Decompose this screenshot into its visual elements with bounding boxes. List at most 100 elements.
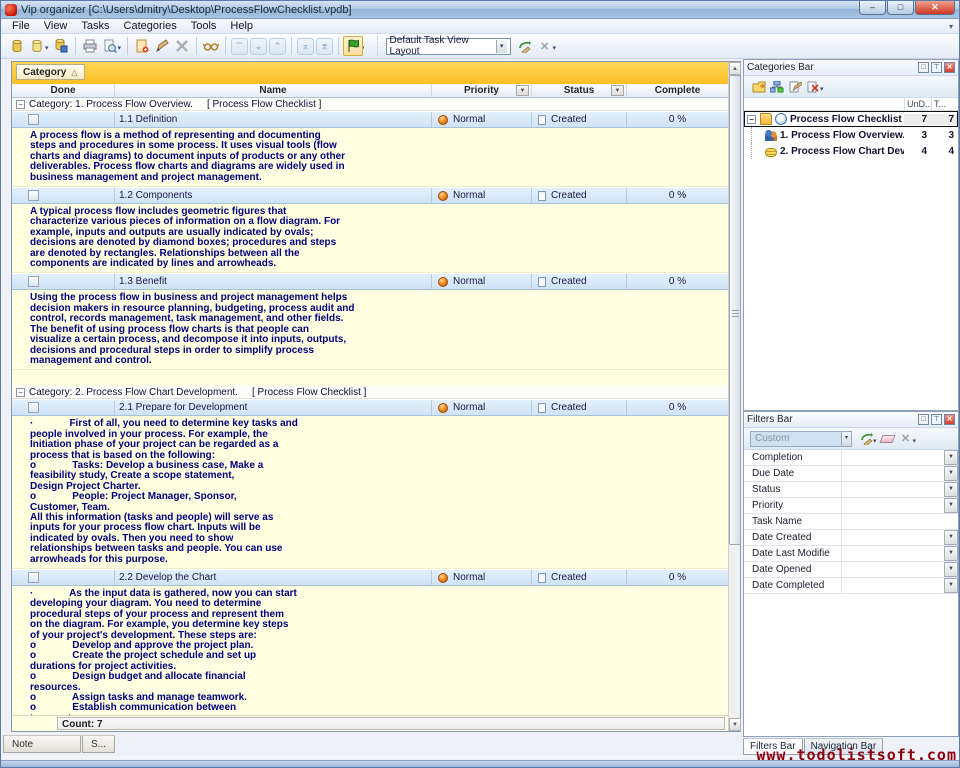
menu-tools[interactable]: Tools <box>184 20 224 32</box>
filter-value[interactable] <box>842 498 944 513</box>
done-checkbox[interactable] <box>28 402 39 413</box>
delete-task-icon[interactable] <box>172 36 192 56</box>
category-group-row[interactable]: − Category: 2. Process Flow Chart Develo… <box>12 386 728 399</box>
new-database-icon[interactable] <box>7 36 27 56</box>
save-database-icon[interactable] <box>51 36 71 56</box>
maximize-button[interactable]: □ <box>887 1 914 15</box>
move-down-icon[interactable]: ⌄ <box>250 38 267 55</box>
filter-row[interactable]: Due Date ▼ <box>744 466 958 482</box>
clear-filter-icon[interactable]: ✕ <box>897 430 915 448</box>
category-tree-row[interactable]: − Process Flow Checklist 7 7 <box>744 111 958 127</box>
filter-row[interactable]: Date Completed ▼ <box>744 578 958 594</box>
new-task-icon[interactable] <box>132 36 152 56</box>
filter-row[interactable]: Task Name ▼ <box>744 514 958 530</box>
priority-filter-icon[interactable]: ▼ <box>516 85 529 96</box>
apply-filter-icon[interactable] <box>857 430 875 448</box>
menu-tasks[interactable]: Tasks <box>74 20 116 32</box>
done-checkbox[interactable] <box>28 276 39 287</box>
menu-file[interactable]: File <box>5 20 37 32</box>
print-icon[interactable] <box>80 36 100 56</box>
category-group-row[interactable]: − Category: 1. Process Flow Overview. [ … <box>12 98 728 111</box>
filter-value[interactable] <box>842 562 944 577</box>
column-header-status[interactable]: Status ▼ <box>532 84 627 97</box>
panel-restore-icon[interactable]: □ <box>918 62 929 73</box>
panel-close-icon[interactable]: ✕ <box>944 62 955 73</box>
filter-row[interactable]: Date Last Modifie ▼ <box>744 546 958 562</box>
filter-row[interactable]: Priority ▼ <box>744 498 958 514</box>
filter-value[interactable] <box>842 482 944 497</box>
new-category-icon[interactable] <box>750 78 768 96</box>
tab-note[interactable]: Note <box>3 735 81 753</box>
menu-view[interactable]: View <box>37 20 75 32</box>
task-row[interactable]: 1.2 Components Normal Created 0 % <box>12 187 728 204</box>
filter-value[interactable] <box>842 450 944 465</box>
collapse-icon[interactable]: − <box>16 100 25 109</box>
tree-col-total[interactable]: T... <box>931 98 958 110</box>
collapse-icon[interactable]: − <box>16 388 25 397</box>
layout-combo[interactable]: Default Task View Layout ▾ <box>386 38 511 55</box>
delete-layout-icon[interactable]: ✕ <box>535 36 555 56</box>
menu-categories[interactable]: Categories <box>117 20 184 32</box>
highlight-flag-icon[interactable] <box>343 36 363 56</box>
column-header-name[interactable]: Name <box>115 84 432 97</box>
open-database-icon[interactable] <box>27 36 47 56</box>
filter-preset-combo[interactable]: Custom ▾ <box>750 431 852 447</box>
filter-dropdown-icon[interactable]: ▼ <box>944 562 958 577</box>
category-tree-row[interactable]: − 1. Process Flow Overview. 3 3 <box>744 127 958 143</box>
filter-value[interactable] <box>842 578 944 593</box>
move-top-icon[interactable]: ⌆ <box>316 38 333 55</box>
column-header-done[interactable]: Done <box>12 84 115 97</box>
print-preview-icon[interactable] <box>100 36 120 56</box>
task-row[interactable]: 2.1 Prepare for Development Normal Creat… <box>12 399 728 416</box>
scroll-up-icon[interactable]: ▲ <box>729 62 741 75</box>
tab-s[interactable]: S... <box>82 735 115 753</box>
move-up-icon[interactable]: ⌃ <box>269 38 286 55</box>
grid-vertical-scrollbar[interactable]: ▲ ▼ <box>728 62 740 731</box>
tree-col-undone[interactable]: UnD... <box>904 98 931 110</box>
delete-category-icon[interactable] <box>804 78 822 96</box>
filter-value[interactable] <box>842 546 944 561</box>
filter-value[interactable] <box>842 466 944 481</box>
scroll-down-icon[interactable]: ▼ <box>729 718 741 731</box>
filter-dropdown-icon[interactable]: ▼ <box>944 482 958 497</box>
done-checkbox[interactable] <box>28 114 39 125</box>
task-row[interactable]: 1.3 Benefit Normal Created 0 % <box>12 273 728 290</box>
view-tasks-icon[interactable] <box>201 36 221 56</box>
menu-help[interactable]: Help <box>223 20 260 32</box>
group-by-category-button[interactable]: Category△ <box>16 64 85 80</box>
filter-dropdown-icon[interactable]: ▼ <box>944 546 958 561</box>
panel-pin-icon[interactable]: ⊤ <box>931 62 942 73</box>
collapse-icon[interactable]: − <box>747 115 756 124</box>
filter-row[interactable]: Date Created ▼ <box>744 530 958 546</box>
task-row[interactable]: 2.2 Develop the Chart Normal Created 0 % <box>12 569 728 586</box>
move-bottom-icon[interactable]: ⌅ <box>297 38 314 55</box>
combo-arrow-icon[interactable]: ▾ <box>496 40 507 53</box>
move-down-icon[interactable]: ˆˉ <box>231 38 248 55</box>
done-checkbox[interactable] <box>28 190 39 201</box>
filter-value[interactable] <box>842 514 958 529</box>
task-row[interactable]: 1.1 Definition Normal Created 0 % <box>12 111 728 128</box>
panel-close-icon[interactable]: ✕ <box>944 414 955 425</box>
filter-dropdown-icon[interactable]: ▼ <box>944 578 958 593</box>
erase-filter-icon[interactable] <box>879 430 897 448</box>
new-subcategory-icon[interactable] <box>768 78 786 96</box>
filter-dropdown-icon[interactable]: ▼ <box>944 466 958 481</box>
status-filter-icon[interactable]: ▼ <box>611 85 624 96</box>
edit-category-icon[interactable] <box>786 78 804 96</box>
filter-value[interactable] <box>842 530 944 545</box>
scrollbar-thumb[interactable] <box>729 75 741 545</box>
filter-row[interactable]: Completion ▼ <box>744 450 958 466</box>
edit-task-icon[interactable] <box>152 36 172 56</box>
done-checkbox[interactable] <box>28 572 39 583</box>
filter-row[interactable]: Status ▼ <box>744 482 958 498</box>
toolbar-overflow-icon[interactable]: ▾ <box>949 22 953 31</box>
filter-dropdown-icon[interactable]: ▼ <box>944 498 958 513</box>
minimize-button[interactable]: – <box>859 1 886 15</box>
column-header-complete[interactable]: Complete <box>627 84 728 97</box>
combo-arrow-icon[interactable]: ▾ <box>841 432 851 446</box>
panel-restore-icon[interactable]: □ <box>918 414 929 425</box>
filter-dropdown-icon[interactable]: ▼ <box>944 530 958 545</box>
close-button[interactable]: ✕ <box>915 1 955 15</box>
save-layout-icon[interactable] <box>515 36 535 56</box>
category-tree-row[interactable]: − 2. Process Flow Chart Deve 4 4 <box>744 143 958 159</box>
